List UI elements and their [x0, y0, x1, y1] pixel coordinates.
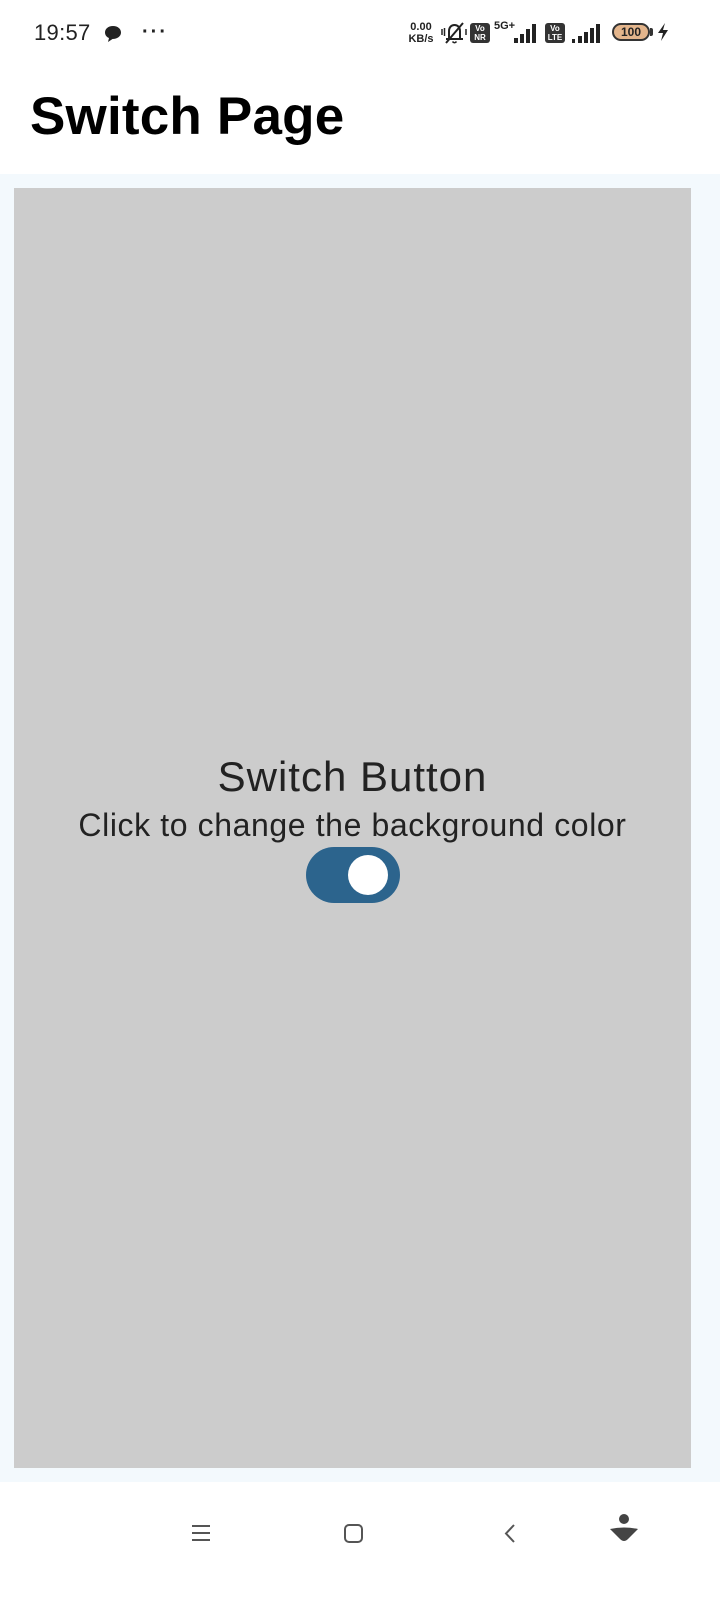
home-button[interactable] [330, 1504, 390, 1564]
charging-bolt-icon [658, 23, 668, 41]
signal-strength-icon [572, 24, 600, 43]
content-frame: Switch Button Click to change the backgr… [0, 174, 720, 1482]
page-title: Switch Page [30, 87, 345, 146]
volte-nr-badge: Vo NR [470, 23, 490, 43]
status-bar: 19:57 ··· 0.00 KB/s Vo NR 5G+ Vo LTE 100 [0, 0, 720, 66]
network-speed: 0.00 KB/s [404, 21, 438, 45]
volte-nr-badge-bottom: NR [474, 33, 486, 42]
assistant-button[interactable] [608, 1504, 668, 1564]
back-icon [504, 1524, 515, 1543]
chat-bubble-icon [105, 26, 121, 42]
switch-knob [348, 855, 388, 895]
volte-lte-badge-bottom: LTE [547, 33, 563, 42]
muted-bell-icon [441, 22, 467, 44]
home-icon [344, 1524, 363, 1543]
battery-level: 100 [620, 25, 642, 39]
switch-subtitle: Click to change the background color [78, 807, 627, 843]
back-button[interactable] [492, 1504, 552, 1564]
navigation-bar [0, 1482, 720, 1600]
network-speed-unit: KB/s [408, 33, 434, 45]
switch-panel: Switch Button Click to change the backgr… [14, 188, 691, 1468]
menu-icon [192, 1525, 210, 1541]
network-speed-value: 0.00 [410, 21, 432, 33]
switch-title: Switch Button [217, 753, 488, 800]
volte-lte-badge: Vo LTE [545, 23, 565, 43]
volte-nr-badge-top: Vo [475, 24, 485, 33]
battery-icon: 100 [612, 23, 650, 41]
assistant-icon [610, 1514, 638, 1541]
volte-lte-badge-top: Vo [550, 24, 560, 33]
background-color-switch[interactable] [306, 847, 400, 903]
status-time: 19:57 [34, 20, 91, 45]
battery-cap [650, 28, 653, 36]
signal-strength-icon [514, 24, 536, 43]
more-dots-icon: ··· [142, 21, 168, 43]
recent-apps-button[interactable] [174, 1504, 234, 1564]
